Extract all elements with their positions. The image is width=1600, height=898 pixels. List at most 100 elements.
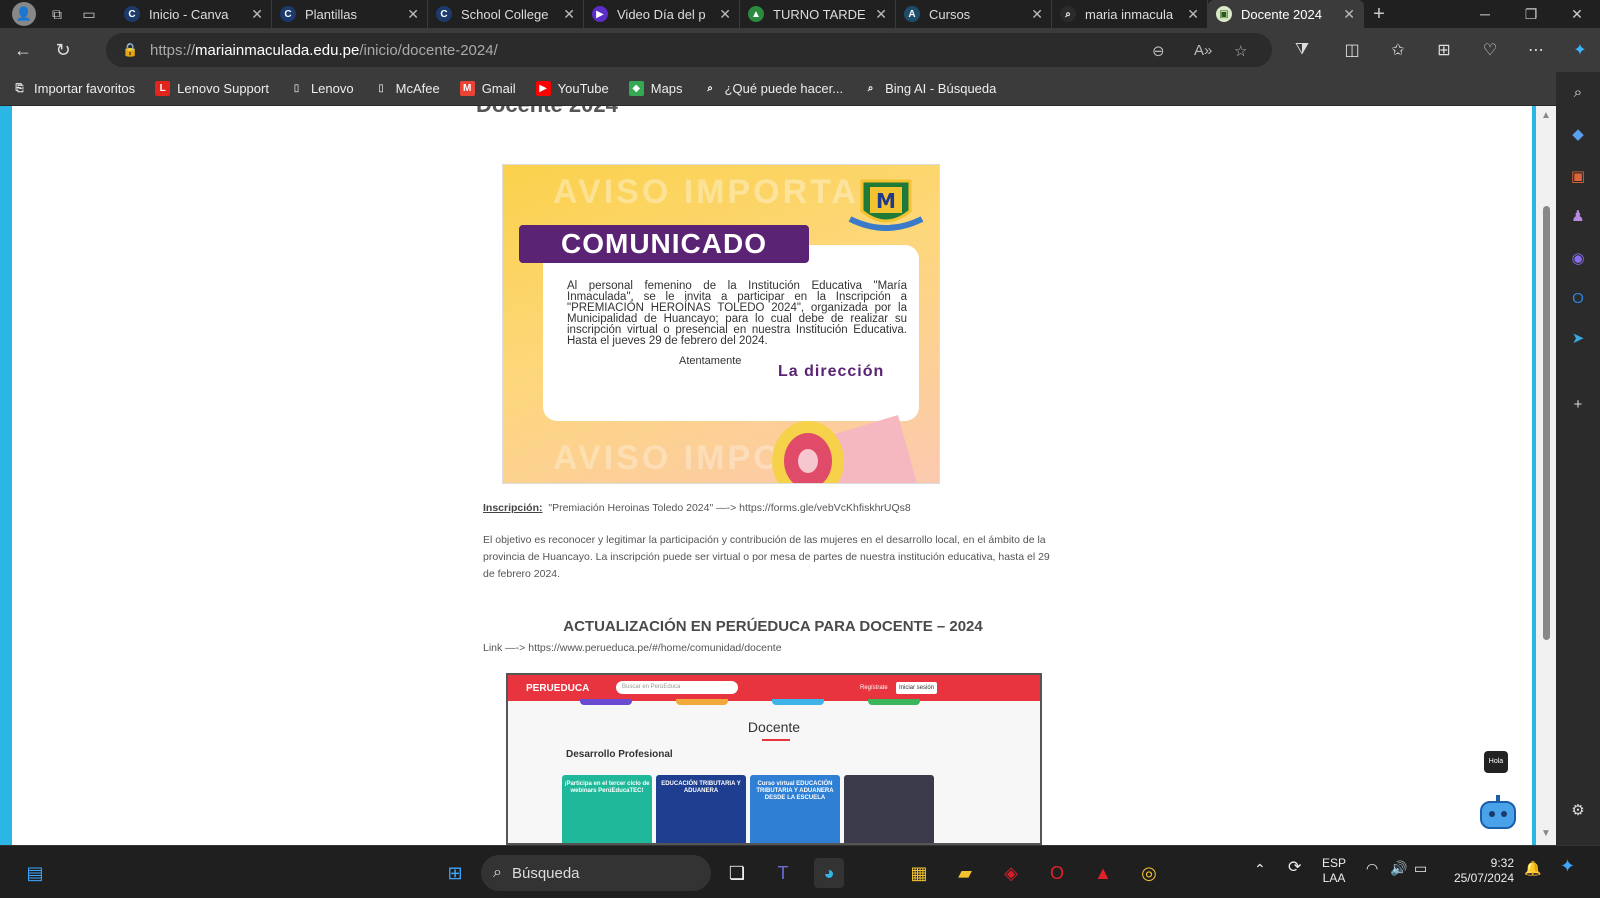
sidebar-add-icon[interactable]: + [1566, 392, 1590, 416]
tab-6[interactable]: A Cursos ✕ [896, 0, 1052, 28]
sidebar-search-icon[interactable]: ⌕ [1566, 80, 1590, 104]
objective-paragraph: El objetivo es reconocer y legitimar la … [483, 534, 1050, 580]
tab-close-icon[interactable]: ✕ [1031, 6, 1043, 23]
address-bar[interactable]: 🔒 https://mariainmaculada.edu.pe/inicio/… [106, 33, 1272, 67]
volume-icon[interactable]: 🔊 [1390, 861, 1407, 876]
page-content: Docente 2024 AVISO IMPORTA AVISO IMPORTA… [12, 106, 1532, 845]
url-domain: mariainmaculada.edu.pe [195, 41, 360, 59]
section-title: ACTUALIZACIÓN EN PERÚEDUCA PARA DOCENTE … [563, 618, 983, 635]
split-screen-icon[interactable]: ◫ [1338, 36, 1366, 64]
chrome-icon[interactable]: ◎ [1134, 858, 1164, 888]
refresh-button[interactable]: ↻ [46, 33, 80, 67]
favorite-label: Bing AI - Búsqueda [885, 81, 997, 96]
store-icon[interactable]: ▦ [904, 858, 934, 888]
battery-icon[interactable]: ▭ [1414, 861, 1427, 876]
tab-label: TURNO TARDE [773, 6, 866, 22]
tab-actions-icon[interactable]: ▭ [78, 3, 100, 25]
opera-icon[interactable]: O [1042, 858, 1072, 888]
favorite-item-1[interactable]: ⎘ Importar favoritos [12, 81, 135, 96]
tab-close-icon[interactable]: ✕ [875, 6, 887, 23]
wifi-icon[interactable]: ◠ [1366, 861, 1378, 876]
tab-close-icon[interactable]: ✕ [251, 6, 263, 23]
scroll-thumb[interactable] [1543, 206, 1550, 640]
start-icon[interactable]: ⊞ [440, 858, 470, 888]
new-tab-button[interactable]: + [1364, 3, 1394, 26]
sidebar-copilot-icon[interactable]: ◉ [1566, 246, 1590, 270]
favorite-item-6[interactable]: ▶ YouTube [535, 81, 609, 96]
favorite-item-8[interactable]: ⌕ ¿Qué puede hacer... [702, 81, 843, 96]
favorite-icon: ⌕ [702, 81, 718, 96]
url-text[interactable]: https://mariainmaculada.edu.pe/inicio/do… [150, 42, 498, 59]
restore-button[interactable]: ❐ [1508, 0, 1554, 28]
perueduca-link[interactable]: Link —-> https://www.perueduca.pe/#/home… [483, 640, 782, 657]
file-explorer-icon[interactable]: ▰ [950, 858, 980, 888]
url-prefix: https:// [150, 41, 196, 59]
tab-close-icon[interactable]: ✕ [407, 6, 419, 23]
tab-close-icon[interactable]: ✕ [1187, 6, 1199, 23]
sidebar-settings-icon[interactable]: ⚙ [1566, 798, 1590, 822]
tab-4[interactable]: ▶ Video Día del p ✕ [584, 0, 740, 28]
scroll-down-arrow[interactable]: ▼ [1541, 828, 1551, 839]
inscripcion-line: Inscripción: "Premiación Heroinas Toledo… [483, 500, 911, 517]
profile-avatar[interactable]: 👤 [12, 2, 36, 26]
zoom-icon[interactable]: ⊖ [1152, 42, 1165, 60]
tab-8[interactable]: ▣ Docente 2024 ✕ [1208, 0, 1364, 28]
edge-taskbar-icon[interactable]: ◕ [814, 858, 844, 888]
more-menu-icon[interactable]: ⋯ [1522, 36, 1550, 64]
favorite-label: Maps [650, 81, 683, 96]
tab-favicon-icon: ⌕ [1060, 6, 1076, 22]
teams-icon[interactable]: T [768, 858, 798, 888]
lock-icon[interactable]: 🔒 [122, 42, 138, 58]
favorites-icon[interactable]: ✩ [1384, 36, 1412, 64]
tab-5[interactable]: ▲ TURNO TARDE ✕ [740, 0, 896, 28]
comunicado-poster: AVISO IMPORTA AVISO IMPORTA M COMUNICADO… [502, 164, 940, 484]
favorite-item-4[interactable]: ▯ McAfee [373, 81, 440, 96]
mcafee-icon[interactable]: ◈ [996, 858, 1026, 888]
perueduca-register: Regístrate [860, 685, 888, 691]
close-window-button[interactable]: ✕ [1554, 0, 1600, 28]
language-indicator[interactable]: ESP LAA [1322, 856, 1346, 886]
tab-close-icon[interactable]: ✕ [563, 6, 575, 23]
perueduca-logo: PERUEDUCA [526, 682, 590, 694]
copilot-taskbar-icon[interactable]: ✦ [1560, 857, 1575, 875]
sidebar-outlook-icon[interactable]: O [1566, 286, 1590, 310]
collections-icon[interactable]: ⊞ [1430, 36, 1458, 64]
read-aloud-icon[interactable]: A» [1194, 42, 1212, 59]
minimize-button[interactable]: ─ [1462, 0, 1508, 28]
favorite-item-3[interactable]: ▯ Lenovo [288, 81, 354, 96]
widgets-icon[interactable]: ▤ [20, 858, 50, 888]
tab-close-icon[interactable]: ✕ [1343, 6, 1355, 23]
sidebar-games-icon[interactable]: ♟ [1566, 204, 1590, 228]
sidebar-shopping-icon[interactable]: ◆ [1566, 122, 1590, 146]
sidebar-tools-icon[interactable]: ▣ [1566, 164, 1590, 188]
favorite-item-7[interactable]: ◆ Maps [628, 81, 683, 96]
favorite-star-icon[interactable]: ☆ [1234, 42, 1247, 60]
tab-2[interactable]: C Plantillas ✕ [272, 0, 428, 28]
task-view-icon[interactable]: ❏ [722, 858, 752, 888]
scroll-up-arrow[interactable]: ▲ [1541, 110, 1551, 121]
extensions-icon[interactable]: ⧩ [1288, 36, 1316, 64]
favorite-item-5[interactable]: M Gmail [459, 81, 516, 96]
copilot-icon[interactable]: ✦ [1566, 36, 1594, 64]
sync-icon[interactable]: ⟳ [1288, 860, 1301, 876]
tab-label: Plantillas [305, 6, 358, 22]
page-scrollbar[interactable]: ▲ ▼ [1536, 106, 1556, 845]
sidebar-send-icon[interactable]: ➤ [1566, 326, 1590, 350]
workspaces-icon[interactable]: ⧉ [46, 3, 68, 25]
show-hidden-icons[interactable]: ⌃ [1254, 862, 1266, 877]
tab-1[interactable]: C Inicio - Canva ✕ [116, 0, 272, 28]
acrobat-icon[interactable]: ▲ [1088, 858, 1118, 888]
browser-essentials-icon[interactable]: ♡ [1476, 36, 1504, 64]
chatbot-icon[interactable] [1477, 792, 1519, 836]
inscripcion-link[interactable]: "Premiación Heroinas Toledo 2024" —-> ht… [548, 502, 910, 514]
notifications-icon[interactable]: 🔔 [1524, 861, 1541, 876]
favorite-item-9[interactable]: ⌕ Bing AI - Búsqueda [863, 81, 996, 96]
clock[interactable]: 9:32 25/07/2024 [1446, 856, 1514, 886]
tab-7[interactable]: ⌕ maria inmacula ✕ [1052, 0, 1208, 28]
tab-3[interactable]: C School College ✕ [428, 0, 584, 28]
tab-close-icon[interactable]: ✕ [719, 6, 731, 23]
back-button[interactable]: ← [6, 33, 40, 67]
favorite-icon: ▶ [535, 81, 551, 96]
favorite-item-2[interactable]: L Lenovo Support [155, 81, 269, 96]
taskbar-search[interactable]: ⌕ Búsqueda [481, 855, 711, 891]
